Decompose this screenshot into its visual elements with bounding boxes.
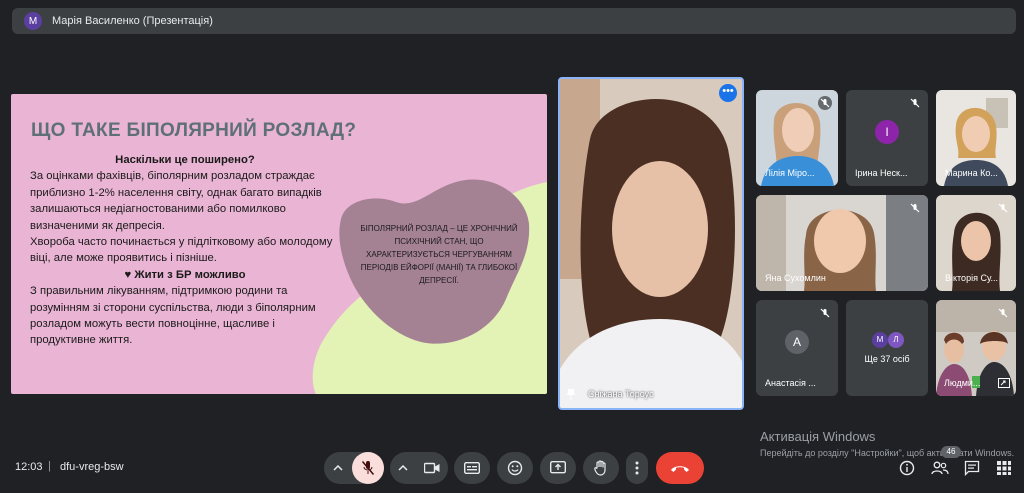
mic-off-icon: [361, 461, 375, 475]
chevron-up-icon: [398, 465, 408, 471]
slide-paragraph-3: З правильним лікуванням, підтримкою роди…: [30, 285, 316, 347]
clock: 12:03: [15, 461, 43, 473]
camera-toggle-button[interactable]: [416, 462, 448, 474]
slide-blob-text: Біполярний розлад – це хронічний психічн…: [360, 224, 518, 285]
info-icon: [899, 460, 915, 476]
present-screen-button[interactable]: [540, 452, 576, 484]
slide-title: ЩО ТАКЕ БІПОЛЯРНИЙ РОЗЛАД?: [31, 120, 357, 141]
chat-button[interactable]: [962, 458, 982, 478]
participant-name: Людми...: [944, 378, 981, 388]
slide-subtitle: Наскільки це поширено?: [115, 154, 255, 166]
meeting-details-button[interactable]: [897, 458, 917, 478]
participant-name: Ірина Неск...: [855, 168, 908, 178]
mic-control-group: [324, 452, 384, 484]
present-icon: [550, 461, 566, 474]
more-options-button[interactable]: •••: [719, 84, 737, 102]
captions-button[interactable]: [454, 452, 490, 484]
participant-tile-5[interactable]: Вікторія Су...: [936, 195, 1016, 291]
people-icon: [931, 461, 949, 475]
expand-icon: [998, 378, 1010, 388]
participant-name: Вікторія Су...: [945, 273, 999, 283]
activities-button[interactable]: [994, 458, 1014, 478]
participant-avatar: A: [785, 330, 809, 354]
speaker-name: Сніжана Тороус: [588, 389, 654, 399]
slide-heading-2: ♥ Жити з БР можливо: [124, 268, 246, 281]
more-participants-tile[interactable]: M Л Ще 37 осіб: [846, 300, 928, 396]
presenter-title: Марія Василенко (Презентація): [52, 15, 213, 27]
participant-name: Анастасія ...: [765, 378, 816, 388]
separator: |: [48, 460, 51, 472]
more-vert-icon: [635, 461, 639, 475]
participant-avatar: M: [872, 332, 888, 348]
mic-off-icon: [910, 98, 920, 108]
captions-icon: [464, 462, 480, 474]
more-options-menu-button[interactable]: [626, 452, 648, 484]
presenter-bar: M Марія Василенко (Презентація): [12, 8, 1016, 34]
emoji-icon: [507, 460, 523, 476]
participant-name: Марина Ко...: [945, 168, 998, 178]
participant-avatar: Л: [888, 332, 904, 348]
slide-body: Наскільки це поширено? За оцінками фахів…: [30, 152, 340, 349]
leave-call-button[interactable]: [656, 452, 704, 484]
participant-tile-6[interactable]: A Анастасія ...: [756, 300, 838, 396]
mic-off-icon: [998, 308, 1008, 318]
slide-paragraph-2: Хвороба часто починається у підлітковому…: [30, 236, 333, 265]
reactions-button[interactable]: [497, 452, 533, 484]
raise-hand-button[interactable]: [583, 452, 619, 484]
pin-icon: [566, 389, 576, 400]
end-call-icon: [671, 465, 689, 472]
presenter-avatar: M: [24, 12, 42, 30]
participant-tile-2[interactable]: І Ірина Неск...: [846, 90, 928, 186]
speaker-video[interactable]: ••• Сніжана Тороус: [558, 77, 744, 410]
participant-avatar: І: [875, 120, 899, 144]
participant-name: Лілія Міро...: [765, 168, 815, 178]
people-button[interactable]: [930, 458, 950, 478]
participant-tile-8[interactable]: Людми...: [936, 300, 1016, 396]
chat-icon: [964, 460, 980, 476]
mic-off-icon: [998, 203, 1008, 213]
presentation-slide: ЩО ТАКЕ БІПОЛЯРНИЙ РОЗЛАД? Наскільки це …: [11, 94, 547, 394]
windows-activation-title: Активація Windows: [760, 429, 876, 444]
mic-toggle-button[interactable]: [352, 452, 384, 484]
participant-name: Яна Сухомлин: [765, 273, 826, 283]
camera-control-group: [390, 452, 448, 484]
apps-grid-icon: [997, 461, 1011, 475]
mic-options-button[interactable]: [324, 465, 352, 471]
chevron-up-icon: [333, 465, 343, 471]
participant-tile-4[interactable]: Яна Сухомлин: [756, 195, 928, 291]
hand-icon: [594, 460, 606, 476]
slide-paragraph-1: За оцінками фахівців, біполярним розладо…: [30, 170, 322, 232]
camera-icon: [424, 462, 440, 474]
more-participants-label: Ще 37 осіб: [864, 354, 910, 364]
participant-tile-3[interactable]: Марина Ко...: [936, 90, 1016, 186]
mic-off-icon: [910, 203, 920, 213]
mic-off-icon: [818, 96, 832, 110]
speaker-video-frame: [560, 79, 742, 408]
participant-tile-1[interactable]: Лілія Міро...: [756, 90, 838, 186]
mic-off-icon: [820, 308, 830, 318]
camera-options-button[interactable]: [390, 465, 416, 471]
people-count-badge: 46: [941, 446, 961, 458]
meeting-code: dfu-vreg-bsw: [60, 461, 124, 473]
